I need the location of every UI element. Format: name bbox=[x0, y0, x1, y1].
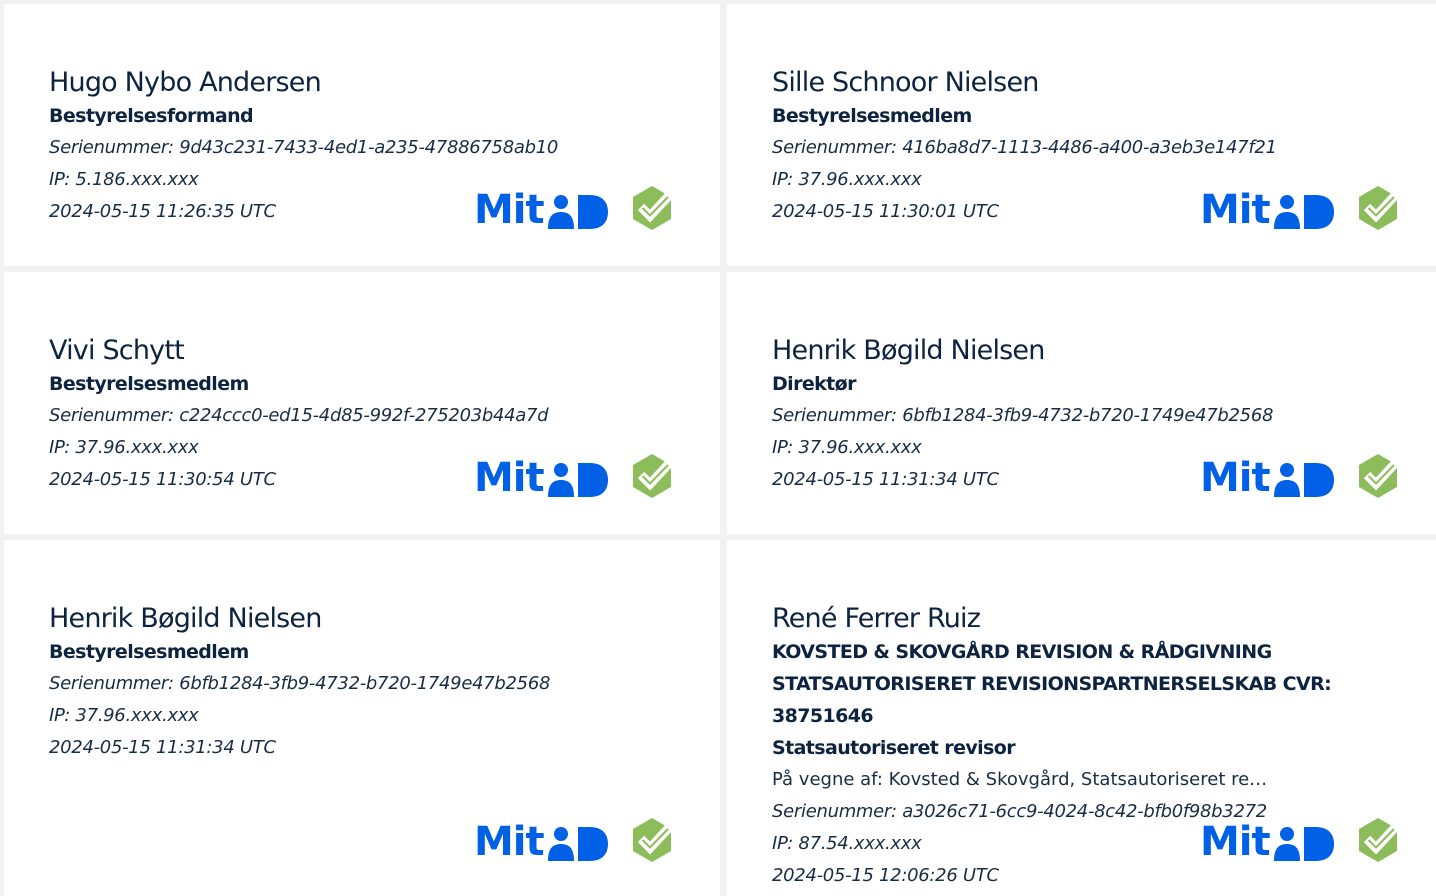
signer-name: Hugo Nybo Andersen bbox=[49, 67, 322, 98]
signer-details: Henrik Bøgild Nielsen Bestyrelsesmedlem … bbox=[49, 602, 700, 764]
signer-company: KOVSTED & SKOVGÅRD REVISION & RÅDGIVNING… bbox=[772, 641, 1332, 727]
mitid-logo: Mit bbox=[474, 455, 608, 501]
serial-number: Serienummer: 9d43c231-7433-4ed1-a235-478… bbox=[49, 137, 559, 158]
check-shield-icon bbox=[633, 184, 678, 230]
signer-card: René Ferrer Ruiz KOVSTED & SKOVGÅRD REVI… bbox=[727, 540, 1436, 896]
mitid-logo: Mit bbox=[1200, 819, 1334, 865]
signer-role: Bestyrelsesmedlem bbox=[49, 373, 249, 395]
mitid-logo: Mit bbox=[1200, 187, 1334, 233]
signer-card: Henrik Bøgild Nielsen Bestyrelsesmedlem … bbox=[4, 540, 720, 896]
signer-role: Bestyrelsesformand bbox=[49, 105, 254, 127]
serial-number: Serienummer: 6bfb1284-3fb9-4732-b720-174… bbox=[772, 405, 1274, 426]
mitid-logo-text: Mit bbox=[1200, 187, 1271, 233]
signer-card: Henrik Bøgild Nielsen Direktør Serienumm… bbox=[727, 272, 1436, 534]
mitid-person-icon bbox=[1274, 195, 1334, 229]
mitid-logo: Mit bbox=[1200, 455, 1334, 501]
verification-badges: Mit bbox=[474, 452, 678, 504]
mitid-person-icon bbox=[1274, 827, 1334, 861]
check-shield-icon bbox=[1359, 452, 1404, 498]
serial-number: Serienummer: 6bfb1284-3fb9-4732-b720-174… bbox=[49, 673, 551, 694]
verification-badges: Mit bbox=[1200, 816, 1404, 868]
verification-badges: Mit bbox=[474, 184, 678, 236]
check-shield-icon bbox=[633, 816, 678, 862]
signer-role: Bestyrelsesmedlem bbox=[772, 105, 972, 127]
serial-number: Serienummer: 416ba8d7-1113-4486-a400-a3e… bbox=[772, 137, 1277, 158]
check-shield-icon bbox=[1359, 816, 1404, 862]
signer-name: Henrik Bøgild Nielsen bbox=[772, 335, 1045, 366]
signer-name: Sille Schnoor Nielsen bbox=[772, 67, 1039, 98]
mitid-person-icon bbox=[548, 463, 608, 497]
verification-badges: Mit bbox=[1200, 184, 1404, 236]
mitid-logo: Mit bbox=[474, 187, 608, 233]
signer-card: Hugo Nybo Andersen Bestyrelsesformand Se… bbox=[4, 4, 720, 266]
check-shield-icon bbox=[1359, 184, 1404, 230]
signer-role: Direktør bbox=[772, 373, 856, 395]
signer-role: Statsautoriseret revisor bbox=[772, 737, 1016, 759]
mitid-logo: Mit bbox=[474, 819, 608, 865]
mitid-logo-text: Mit bbox=[1200, 819, 1271, 865]
verification-badges: Mit bbox=[1200, 452, 1404, 504]
mitid-logo-text: Mit bbox=[474, 455, 545, 501]
mitid-logo-text: Mit bbox=[1200, 455, 1271, 501]
signed-timestamp: 2024-05-15 11:31:34 UTC bbox=[49, 737, 276, 758]
mitid-logo-text: Mit bbox=[474, 187, 545, 233]
on-behalf-of: På vegne af: Kovsted & Skovgård, Statsau… bbox=[772, 769, 1268, 790]
ip-address: IP: 37.96.xxx.xxx bbox=[49, 705, 199, 726]
signer-card: Vivi Schytt Bestyrelsesmedlem Serienumme… bbox=[4, 272, 720, 534]
check-shield-icon bbox=[633, 452, 678, 498]
serial-number: Serienummer: c224ccc0-ed15-4d85-992f-275… bbox=[49, 405, 549, 426]
mitid-person-icon bbox=[1274, 463, 1334, 497]
signer-role: Bestyrelsesmedlem bbox=[49, 641, 249, 663]
signer-name: Henrik Bøgild Nielsen bbox=[49, 603, 322, 634]
signer-name: Vivi Schytt bbox=[49, 335, 185, 366]
signer-name: René Ferrer Ruiz bbox=[772, 603, 981, 634]
mitid-person-icon bbox=[548, 827, 608, 861]
mitid-person-icon bbox=[548, 195, 608, 229]
signer-card: Sille Schnoor Nielsen Bestyrelsesmedlem … bbox=[727, 4, 1436, 266]
signature-grid: Hugo Nybo Andersen Bestyrelsesformand Se… bbox=[0, 0, 1436, 896]
verification-badges: Mit bbox=[474, 816, 678, 868]
mitid-logo-text: Mit bbox=[474, 819, 545, 865]
